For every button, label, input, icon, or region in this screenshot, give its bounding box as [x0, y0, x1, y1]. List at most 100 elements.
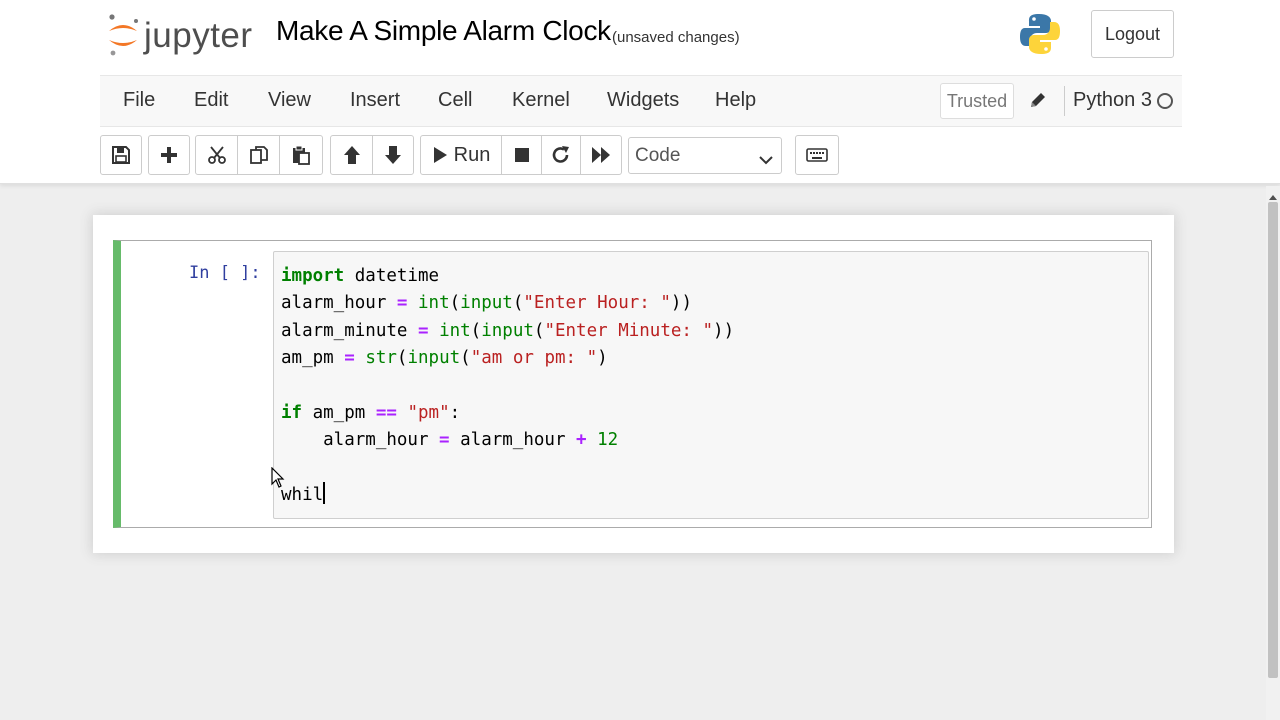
code-token: import [281, 266, 345, 286]
menu-file[interactable]: File [123, 89, 155, 112]
code-token: int [418, 293, 450, 314]
cell-type-value: Code [635, 144, 681, 166]
code-token: datetime [344, 266, 440, 286]
copy-button[interactable] [237, 135, 280, 175]
code-token: "Enter Minute: " [544, 320, 714, 341]
code-token: "am or pm: " [470, 348, 598, 369]
jupyter-wordmark: jupyter [144, 15, 253, 55]
code-token: ( [470, 320, 482, 341]
restart-kernel-button[interactable] [541, 135, 581, 175]
jupyter-logo[interactable]: jupyter [106, 10, 256, 60]
fast-forward-icon [591, 146, 611, 164]
save-button[interactable] [100, 135, 142, 175]
interrupt-kernel-button[interactable] [501, 135, 542, 175]
code-token: input [460, 293, 513, 314]
code-token: )) [670, 293, 692, 314]
code-token: = [439, 430, 450, 451]
menu-insert[interactable]: Insert [350, 89, 400, 112]
pencil-icon[interactable] [1028, 90, 1048, 110]
code-token: == [375, 403, 397, 424]
code-token: ( [449, 293, 461, 314]
menu-cell[interactable]: Cell [438, 89, 472, 112]
code-token: = [344, 348, 355, 369]
code-token: )) [713, 320, 735, 341]
input-prompt: In [ ]: [189, 263, 261, 283]
code-token: alarm_hour [449, 430, 577, 451]
code-token: if [281, 403, 303, 424]
code-token: str [365, 348, 397, 369]
restart-run-all-button[interactable] [580, 135, 622, 175]
menu-edit[interactable]: Edit [194, 89, 228, 112]
menubar: File Edit View Insert Cell Kernel Widget… [100, 75, 1182, 127]
code-token: int [439, 320, 471, 341]
kernel-idle-icon [1157, 93, 1173, 109]
mouse-pointer-icon [271, 466, 285, 494]
code-line: if am_pm == "pm": [281, 403, 460, 423]
code-token: ( [512, 293, 524, 314]
python-logo-icon [1019, 12, 1061, 56]
code-token: alarm_minute [281, 320, 418, 341]
code-line: whil [281, 482, 326, 506]
code-token: ) [597, 348, 608, 369]
save-icon [112, 146, 130, 164]
code-token: : [449, 403, 461, 424]
code-token: am_pm [281, 348, 345, 369]
code-text[interactable]: import datetime alarm_hour = int(input("… [281, 263, 734, 510]
trusted-indicator[interactable]: Trusted [940, 83, 1014, 119]
code-token: am_pm [302, 403, 376, 424]
arrow-up-icon [343, 145, 361, 165]
paste-icon [291, 145, 311, 165]
code-token: alarm_hour [281, 293, 397, 314]
code-line: import datetime [281, 266, 439, 286]
run-button[interactable]: Run [420, 135, 502, 175]
keyboard-icon [806, 148, 828, 162]
insert-cell-button[interactable] [148, 135, 190, 175]
arrow-down-icon [384, 145, 402, 165]
move-cell-down-button[interactable] [372, 135, 414, 175]
code-line: alarm_hour = alarm_hour + 12 [281, 430, 618, 450]
code-editor[interactable]: import datetime alarm_hour = int(input("… [273, 251, 1149, 519]
play-icon [432, 146, 448, 164]
code-token: "pm" [407, 403, 450, 424]
cell-type-select[interactable]: Code [628, 137, 782, 174]
code-token: 12 [597, 430, 619, 451]
notebook-title[interactable]: Make A Simple Alarm Clock [276, 15, 611, 47]
autosave-status: (unsaved changes) [612, 29, 740, 46]
code-token: = [417, 320, 429, 341]
command-palette-button[interactable] [795, 135, 839, 175]
chevron-down-icon [759, 149, 773, 171]
kernel-divider [1064, 86, 1065, 116]
menu-widgets[interactable]: Widgets [607, 89, 679, 112]
notebook-container: In [ ]: import datetime alarm_hour = int… [93, 215, 1174, 553]
plus-icon [160, 146, 178, 164]
code-token: "Enter Hour: " [523, 293, 671, 314]
menu-kernel[interactable]: Kernel [512, 89, 570, 112]
code-cell[interactable]: In [ ]: import datetime alarm_hour = int… [113, 240, 1152, 528]
code-token: whil [281, 485, 324, 506]
logout-button[interactable]: Logout [1091, 10, 1174, 58]
code-token: ( [533, 320, 545, 341]
code-token: alarm_hour [281, 430, 440, 451]
text-cursor [323, 482, 326, 505]
restart-icon [551, 145, 571, 165]
cut-icon [207, 145, 227, 165]
run-label: Run [453, 143, 491, 166]
code-line: alarm_hour = int(input("Enter Hour: ")) [281, 293, 692, 313]
code-token: + [576, 430, 587, 451]
code-token: input [407, 348, 461, 369]
menu-view[interactable]: View [268, 89, 311, 112]
stop-icon [514, 147, 530, 163]
paste-button[interactable] [279, 135, 323, 175]
cut-button[interactable] [195, 135, 238, 175]
menu-help[interactable]: Help [715, 89, 756, 112]
code-token: ( [396, 348, 408, 369]
scrollbar-thumb[interactable] [1268, 202, 1278, 678]
kernel-name[interactable]: Python 3 [1073, 89, 1152, 112]
move-cell-up-button[interactable] [330, 135, 373, 175]
code-token: ( [460, 348, 471, 369]
